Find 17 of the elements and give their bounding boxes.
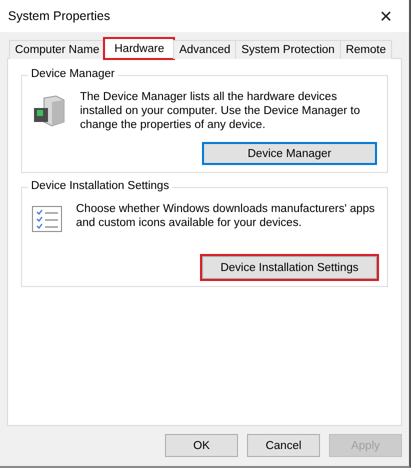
dialog-button[interactable]: OK <box>165 434 238 457</box>
group-action-button[interactable]: Device Manager <box>202 142 377 165</box>
dialog-button[interactable]: Cancel <box>247 434 320 457</box>
tab[interactable]: System Protection <box>235 40 341 59</box>
group-action-button[interactable]: Device Installation Settings <box>202 256 377 279</box>
group-title: Device Installation Settings <box>28 180 172 192</box>
group-title: Device Manager <box>28 68 118 80</box>
window-title: System Properties <box>8 9 110 23</box>
tab[interactable]: Advanced <box>173 40 236 59</box>
computer-tower-icon <box>32 94 66 128</box>
tab[interactable]: Computer Name <box>9 40 106 59</box>
tab[interactable]: Remote <box>340 40 392 59</box>
checklist-icon <box>32 206 62 232</box>
group-description: Choose whether Windows downloads manufacturers' apps and custom icons available for your devices. <box>76 202 376 230</box>
group-description: The Device Manager lists all the hardware devices installed on your computer. Use the Device Manager to change the properties of any device. <box>80 90 361 132</box>
tab[interactable]: Hardware <box>104 38 174 59</box>
close-button[interactable]: ✕ <box>363 0 409 32</box>
